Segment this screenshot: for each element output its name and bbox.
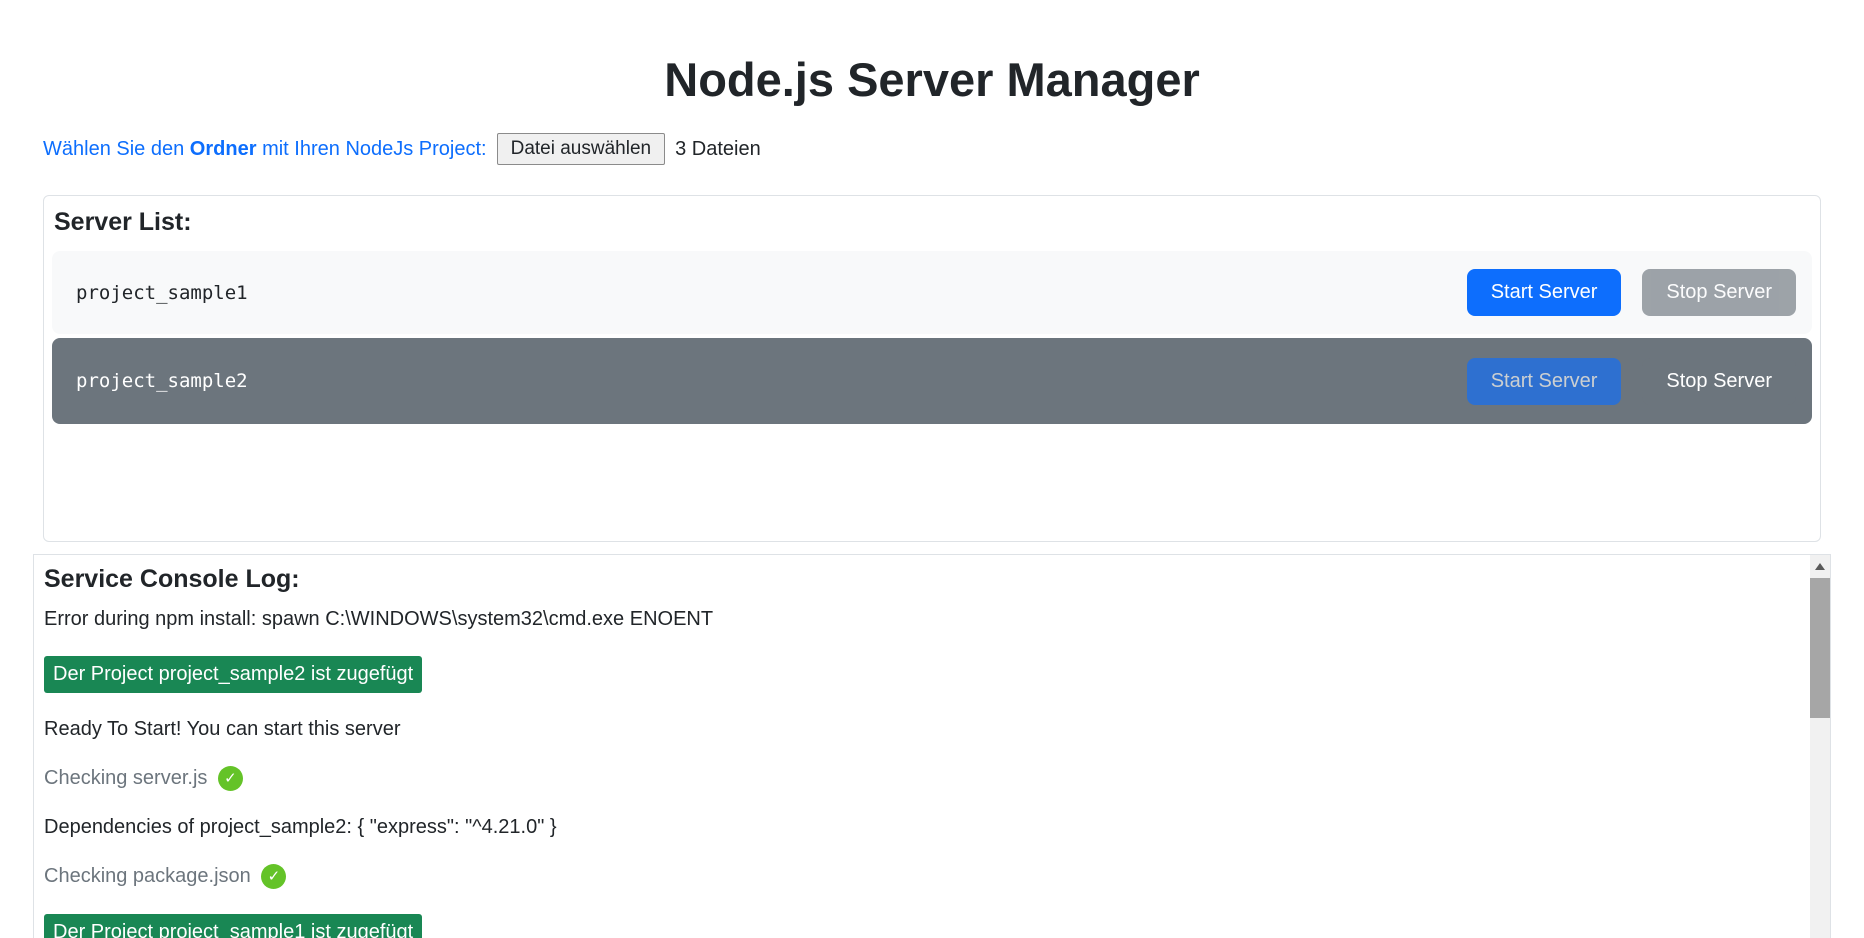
log-line-text: Checking package.json	[44, 865, 251, 887]
picker-label-prefix: Wählen Sie den	[43, 138, 184, 160]
picker-label-suffix: mit Ihren NodeJs Project:	[262, 138, 487, 160]
log-line-text: Dependencies of project_sample2: { "expr…	[44, 816, 557, 838]
server-row: project_sample1 Start Server Stop Server	[52, 251, 1812, 334]
log-line-text: Ready To Start! You can start this serve…	[44, 718, 400, 740]
server-list-card: Server List: project_sample1 Start Serve…	[43, 195, 1821, 542]
server-list-rows: project_sample1 Start Server Stop Server…	[52, 251, 1812, 424]
console-log-entries: Error during npm install: spawn C:\WINDO…	[44, 608, 1770, 938]
log-line: Der Project project_sample1 ist zugefügt…	[44, 914, 1770, 938]
log-line: Checking package.json ✓	[44, 864, 1770, 889]
stop-server-button[interactable]: Stop Server	[1642, 269, 1796, 316]
file-count-text: 3 Dateien	[675, 138, 761, 161]
console-log-heading: Service Console Log:	[44, 565, 1770, 594]
log-line-text: Checking server.js	[44, 767, 207, 789]
service-console-log: Service Console Log: Error during npm in…	[33, 554, 1831, 938]
log-line-text: Der Project project_sample1 ist zugefügt	[44, 914, 422, 938]
server-row: project_sample2 Start Server Stop Server	[52, 338, 1812, 424]
log-line: Error during npm install: spawn C:\WINDO…	[44, 608, 1770, 631]
log-line-text: Error during npm install: spawn C:\WINDO…	[44, 608, 713, 630]
log-line: Checking server.js ✓	[44, 766, 1770, 791]
console-scrollbar[interactable]	[1810, 555, 1830, 938]
log-line-text: Der Project project_sample2 ist zugefügt	[44, 656, 422, 693]
server-name: project_sample2	[76, 370, 1446, 392]
scrollbar-thumb[interactable]	[1810, 578, 1830, 718]
start-server-button[interactable]: Start Server	[1467, 358, 1622, 405]
file-input-button[interactable]: Datei auswählen	[497, 133, 665, 165]
page-title: Node.js Server Manager	[33, 52, 1831, 107]
server-name: project_sample1	[76, 282, 1446, 304]
picker-label-bold: Ordner	[190, 138, 257, 160]
log-line: Dependencies of project_sample2: { "expr…	[44, 816, 1770, 839]
stop-server-button[interactable]: Stop Server	[1642, 358, 1796, 405]
server-list-heading: Server List:	[54, 208, 1812, 237]
folder-picker-row: Wählen Sie den Ordnermit Ihren NodeJs Pro…	[43, 133, 1831, 165]
log-line: Ready To Start! You can start this serve…	[44, 718, 1770, 741]
check-circle-icon: ✓	[261, 864, 286, 889]
log-line: Der Project project_sample2 ist zugefügt…	[44, 656, 1770, 693]
folder-picker-label: Wählen Sie den Ordnermit Ihren NodeJs Pro…	[43, 138, 487, 161]
scrollbar-up-arrow-icon[interactable]	[1810, 555, 1830, 577]
page: Node.js Server Manager Wählen Sie den Ord…	[0, 52, 1864, 938]
start-server-button[interactable]: Start Server	[1467, 269, 1622, 316]
check-circle-icon: ✓	[218, 766, 243, 791]
